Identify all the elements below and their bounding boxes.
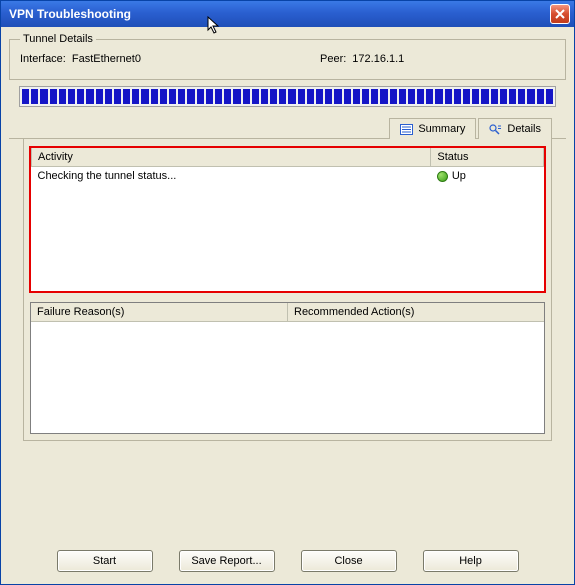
tunnel-details-group: Tunnel Details Interface: FastEthernet0 … [9,33,566,80]
failure-header: Failure Reason(s) [31,303,288,321]
reason-action-panel: Failure Reason(s) Recommended Action(s) [30,302,545,434]
vpn-troubleshoot-window: VPN Troubleshooting Tunnel Details Inter… [0,0,575,585]
help-button[interactable]: Help [423,550,519,572]
button-row: Start Save Report... Close Help [9,540,566,576]
tab-bar: Summary Details [9,113,566,139]
tab-summary-label: Summary [418,123,465,135]
summary-icon [400,124,413,135]
details-icon [489,124,502,135]
activity-cell: Checking the tunnel status... [32,167,431,186]
save-report-button[interactable]: Save Report... [179,550,275,572]
interface-value: FastEthernet0 [72,53,141,65]
titlebar[interactable]: VPN Troubleshooting [1,1,574,27]
tab-details-label: Details [507,123,541,135]
table-row[interactable]: Checking the tunnel status... Up [32,167,544,186]
window-title: VPN Troubleshooting [9,7,550,21]
col-activity[interactable]: Activity [32,148,431,167]
close-icon[interactable] [550,4,570,24]
tunnel-legend: Tunnel Details [20,33,96,45]
tab-details[interactable]: Details [478,118,552,139]
status-text: Up [452,170,466,182]
close-button[interactable]: Close [301,550,397,572]
tab-summary[interactable]: Summary [389,118,476,139]
col-status[interactable]: Status [431,148,544,167]
activity-table: Activity Status Checking the tunnel stat… [30,147,545,292]
start-button[interactable]: Start [57,550,153,572]
status-up-icon [437,171,448,182]
action-header: Recommended Action(s) [288,303,544,321]
peer-label: Peer: [320,53,346,65]
peer-value: 172.16.1.1 [352,53,404,65]
interface-label: Interface: [20,53,66,65]
progress-bar [19,86,556,107]
